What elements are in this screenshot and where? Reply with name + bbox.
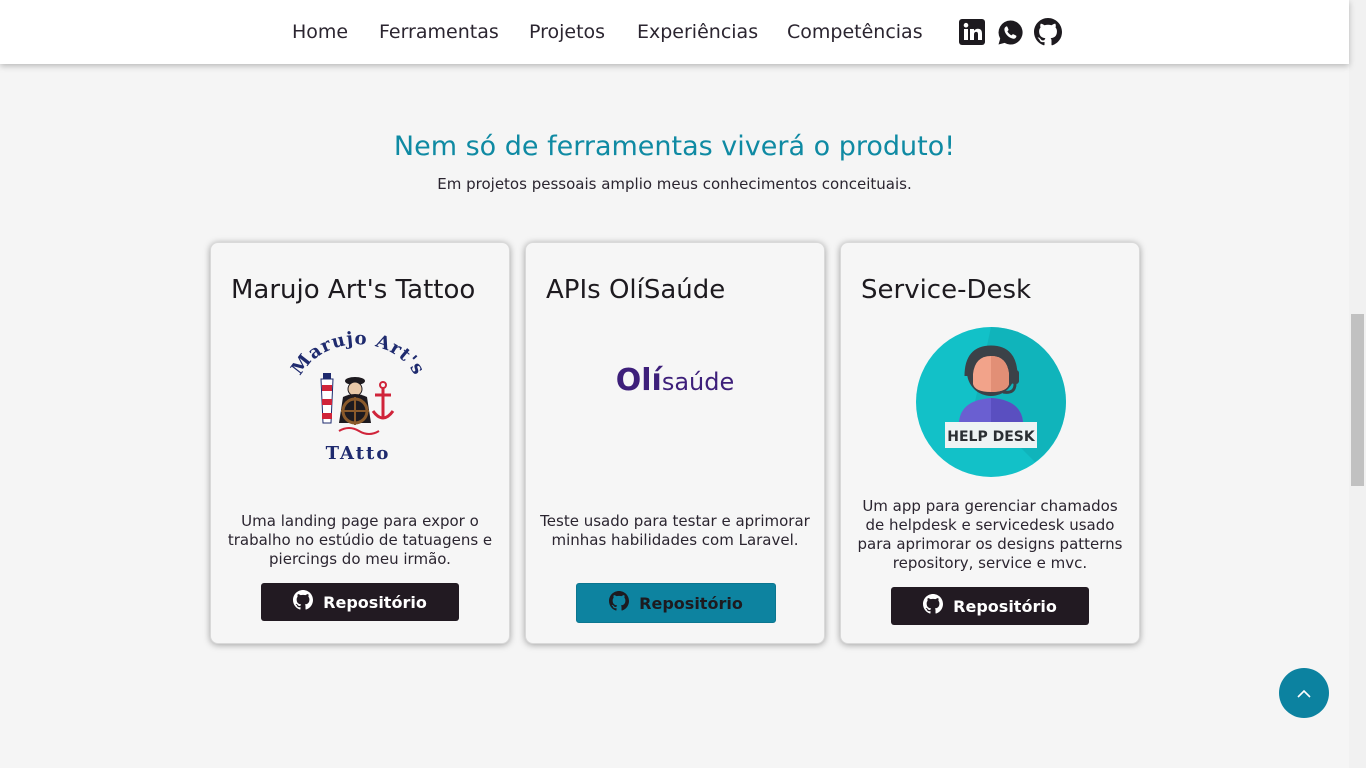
- nav-link-home[interactable]: Home: [292, 19, 348, 45]
- project-card-marujo: Marujo Art's Tattoo Marujo Art's TAtto U…: [210, 242, 510, 644]
- navbar: Home Ferramentas Projetos Experiências C…: [0, 0, 1349, 64]
- repository-button-label: Repositório: [323, 592, 427, 612]
- marujo-logo-top-text: Marujo Art's: [287, 328, 428, 379]
- project-card-olisaude: APIs OlíSaúde Olísaúde Teste usado para …: [525, 242, 825, 644]
- nav-link-experiencias[interactable]: Experiências: [637, 19, 758, 45]
- project-card-service-desk: Service-Desk HELP DESK Um app para geren…: [840, 242, 1140, 644]
- card-title: APIs OlíSaúde: [546, 275, 726, 305]
- marujo-logo: Marujo Art's TAtto: [283, 327, 433, 467]
- nav-link-projetos[interactable]: Projetos: [529, 19, 605, 45]
- olisaude-logo-light-text: saúde: [661, 368, 735, 396]
- page-scrollbar[interactable]: [1349, 0, 1366, 768]
- github-icon: [923, 594, 944, 618]
- repository-button-label: Repositório: [953, 596, 1057, 616]
- nav-link-ferramentas[interactable]: Ferramentas: [379, 19, 499, 45]
- card-description: Um app para gerenciar chamados de helpde…: [857, 497, 1123, 572]
- github-icon[interactable]: [1034, 18, 1062, 46]
- olisaude-logo: Olísaúde: [526, 361, 824, 402]
- card-title: Marujo Art's Tattoo: [231, 275, 476, 305]
- repository-button[interactable]: Repositório: [261, 583, 459, 621]
- repository-button[interactable]: Repositório: [891, 587, 1089, 625]
- repository-button-label: Repositório: [639, 593, 743, 613]
- olisaude-logo-bold-text: Olí: [615, 363, 662, 398]
- svg-text:Marujo Art's: Marujo Art's: [287, 328, 429, 379]
- card-description: Teste usado para testar e aprimorar minh…: [540, 512, 810, 549]
- repository-button[interactable]: Repositório: [576, 583, 776, 623]
- marujo-logo-bottom-text: TAtto: [326, 443, 391, 464]
- help-desk-logo: HELP DESK: [915, 326, 1067, 478]
- back-to-top-button[interactable]: [1279, 668, 1329, 718]
- card-title: Service-Desk: [861, 275, 1032, 305]
- nav-link-competencias[interactable]: Competências: [787, 19, 923, 45]
- card-description: Uma landing page para expor o trabalho n…: [227, 512, 493, 568]
- scrollbar-thumb[interactable]: [1351, 314, 1364, 486]
- linkedin-icon[interactable]: [958, 18, 986, 46]
- help-desk-logo-text: HELP DESK: [947, 429, 1036, 445]
- github-icon: [293, 590, 314, 614]
- section-subtitle: Em projetos pessoais amplio meus conheci…: [437, 175, 912, 193]
- section-title: Nem só de ferramentas viverá o produto!: [393, 131, 956, 162]
- whatsapp-icon[interactable]: [996, 18, 1024, 46]
- github-icon: [609, 591, 630, 615]
- chevron-up-icon: [1296, 684, 1312, 703]
